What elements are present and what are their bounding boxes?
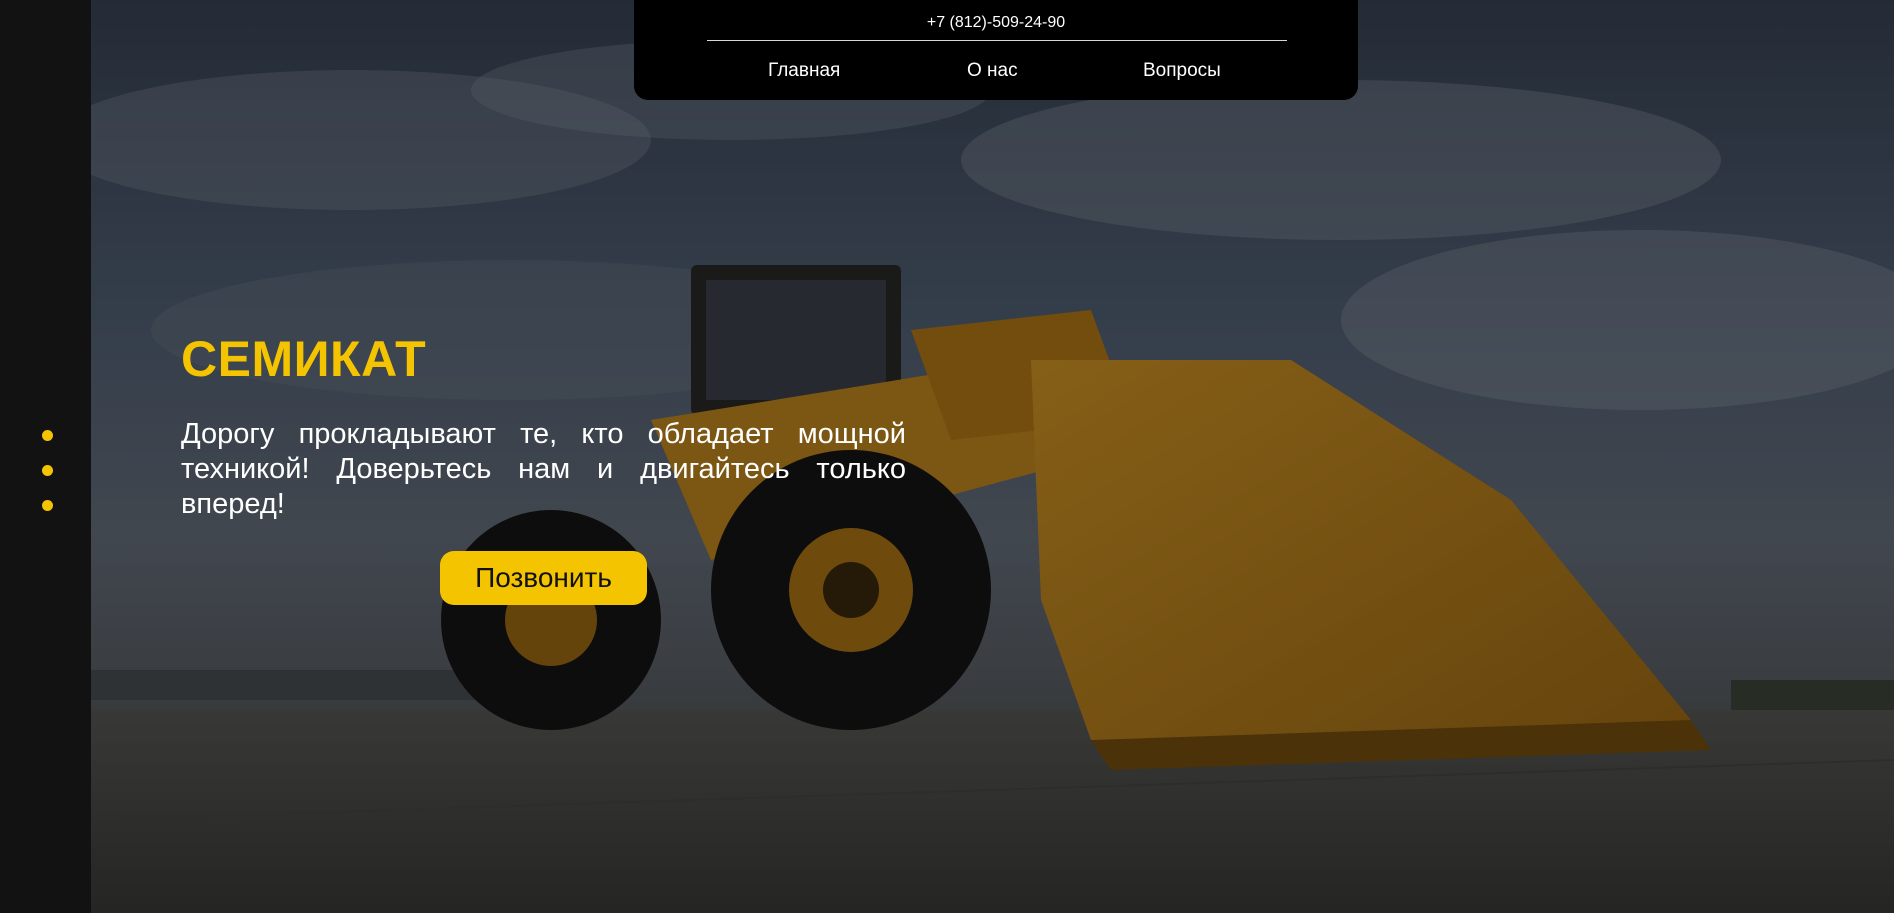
main-nav: Главная О нас Вопросы (634, 60, 1358, 86)
slider-dot-3[interactable] (42, 500, 53, 511)
slider-dot-2[interactable] (42, 465, 53, 476)
phone-number[interactable]: +7 (812)-509-24-90 (634, 14, 1358, 32)
landing-page: +7 (812)-509-24-90 Главная О нас Вопросы… (0, 0, 1894, 913)
nav-item-home[interactable]: Главная (768, 60, 840, 82)
slider-dot-1[interactable] (42, 430, 53, 441)
nav-item-faq[interactable]: Вопросы (1143, 60, 1221, 82)
nav-item-about[interactable]: О нас (967, 60, 1018, 82)
slider-dots (42, 430, 54, 535)
hero-lead-text: Дорогу прокладывают те, кто обладает мощ… (181, 418, 906, 520)
header-divider (707, 40, 1287, 41)
left-sidebar (0, 0, 91, 913)
header-panel: +7 (812)-509-24-90 Главная О нас Вопросы (634, 0, 1358, 100)
hero-title: СЕМИКАТ (181, 331, 427, 387)
call-button[interactable]: Позвонить (440, 551, 647, 605)
